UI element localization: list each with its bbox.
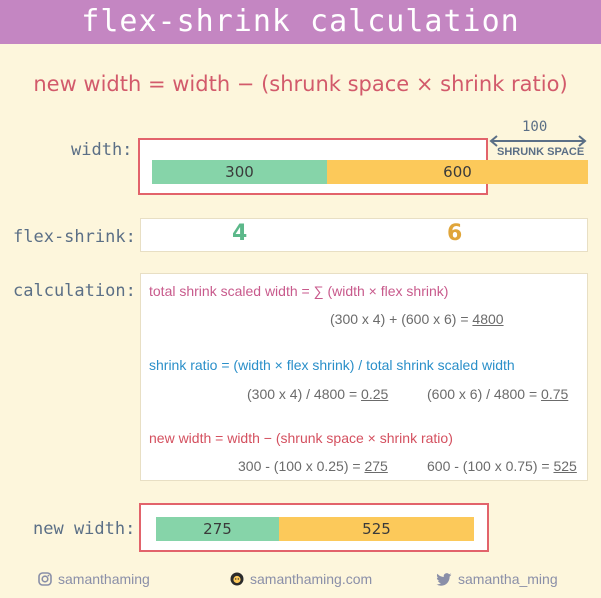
new-width-label: new width:: [33, 519, 136, 539]
shrink-ratio-result-2: 0.75: [541, 386, 569, 402]
flex-shrink-box: [140, 218, 588, 252]
shrink-ratio-calc-1: (300 x 4) / 4800 = 0.25: [247, 386, 388, 402]
new-width-bar-item1: 275: [156, 517, 279, 541]
instagram-handle: samanthaming: [58, 571, 150, 587]
new-width-bar-item2: 525: [279, 517, 474, 541]
new-width-calc-1: 300 - (100 x 0.25) = 275: [238, 458, 388, 474]
page-title: flex-shrink calculation: [0, 0, 601, 44]
shrink-ratio-expr-2: (600 x 6) / 4800 =: [427, 386, 542, 402]
shrink-ratio-expr-1: (300 x 4) / 4800 =: [247, 386, 362, 402]
footer-website[interactable]: samanthaming.com: [230, 571, 372, 587]
website-icon: [230, 572, 244, 586]
calculation-label: calculation:: [13, 281, 136, 301]
new-width-result-2: 525: [553, 458, 577, 474]
width-bar-item2: 600: [327, 160, 588, 184]
new-width-expr-2: 600 - (100 x 0.75) =: [427, 458, 554, 474]
website-url: samanthaming.com: [250, 571, 373, 587]
twitter-icon: [436, 572, 452, 586]
width-label: width:: [71, 140, 133, 160]
shrink-ratio-formula: shrink ratio = (width × flex shrink) / t…: [149, 357, 515, 373]
total-shrink-expr: (300 x 4) + (600 x 6) =: [330, 311, 473, 327]
new-width-expr-1: 300 - (100 x 0.25) =: [238, 458, 365, 474]
width-bar-item1: 300: [152, 160, 327, 184]
footer-instagram[interactable]: samanthaming: [38, 571, 150, 587]
new-width-formula: new width = width − (shrunk space × shri…: [149, 430, 453, 446]
formula: new width = width − (shrunk space × shri…: [33, 72, 568, 96]
twitter-handle: samantha_ming: [458, 571, 558, 587]
instagram-icon: [38, 572, 52, 586]
total-shrink-result: 4800: [472, 311, 504, 327]
new-width-result-1: 275: [364, 458, 388, 474]
footer-twitter[interactable]: samantha_ming: [436, 571, 558, 587]
shrink-ratio-calc-2: (600 x 6) / 4800 = 0.75: [427, 386, 568, 402]
shrink-ratio-result-1: 0.25: [361, 386, 389, 402]
shrunk-space-label: SHRUNK SPACE: [497, 146, 585, 158]
new-width-calc-2: 600 - (100 x 0.75) = 525: [427, 458, 577, 474]
calculation-box: [140, 273, 588, 481]
shrunk-space-value: 100: [522, 119, 548, 135]
flex-shrink-item2: 6: [447, 221, 463, 246]
total-shrink-formula: total shrink scaled width = ∑ (width × f…: [149, 283, 449, 299]
flex-shrink-item1: 4: [232, 221, 248, 246]
flex-shrink-label: flex-shrink:: [13, 227, 136, 247]
total-shrink-calc: (300 x 4) + (600 x 6) = 4800: [330, 311, 504, 327]
